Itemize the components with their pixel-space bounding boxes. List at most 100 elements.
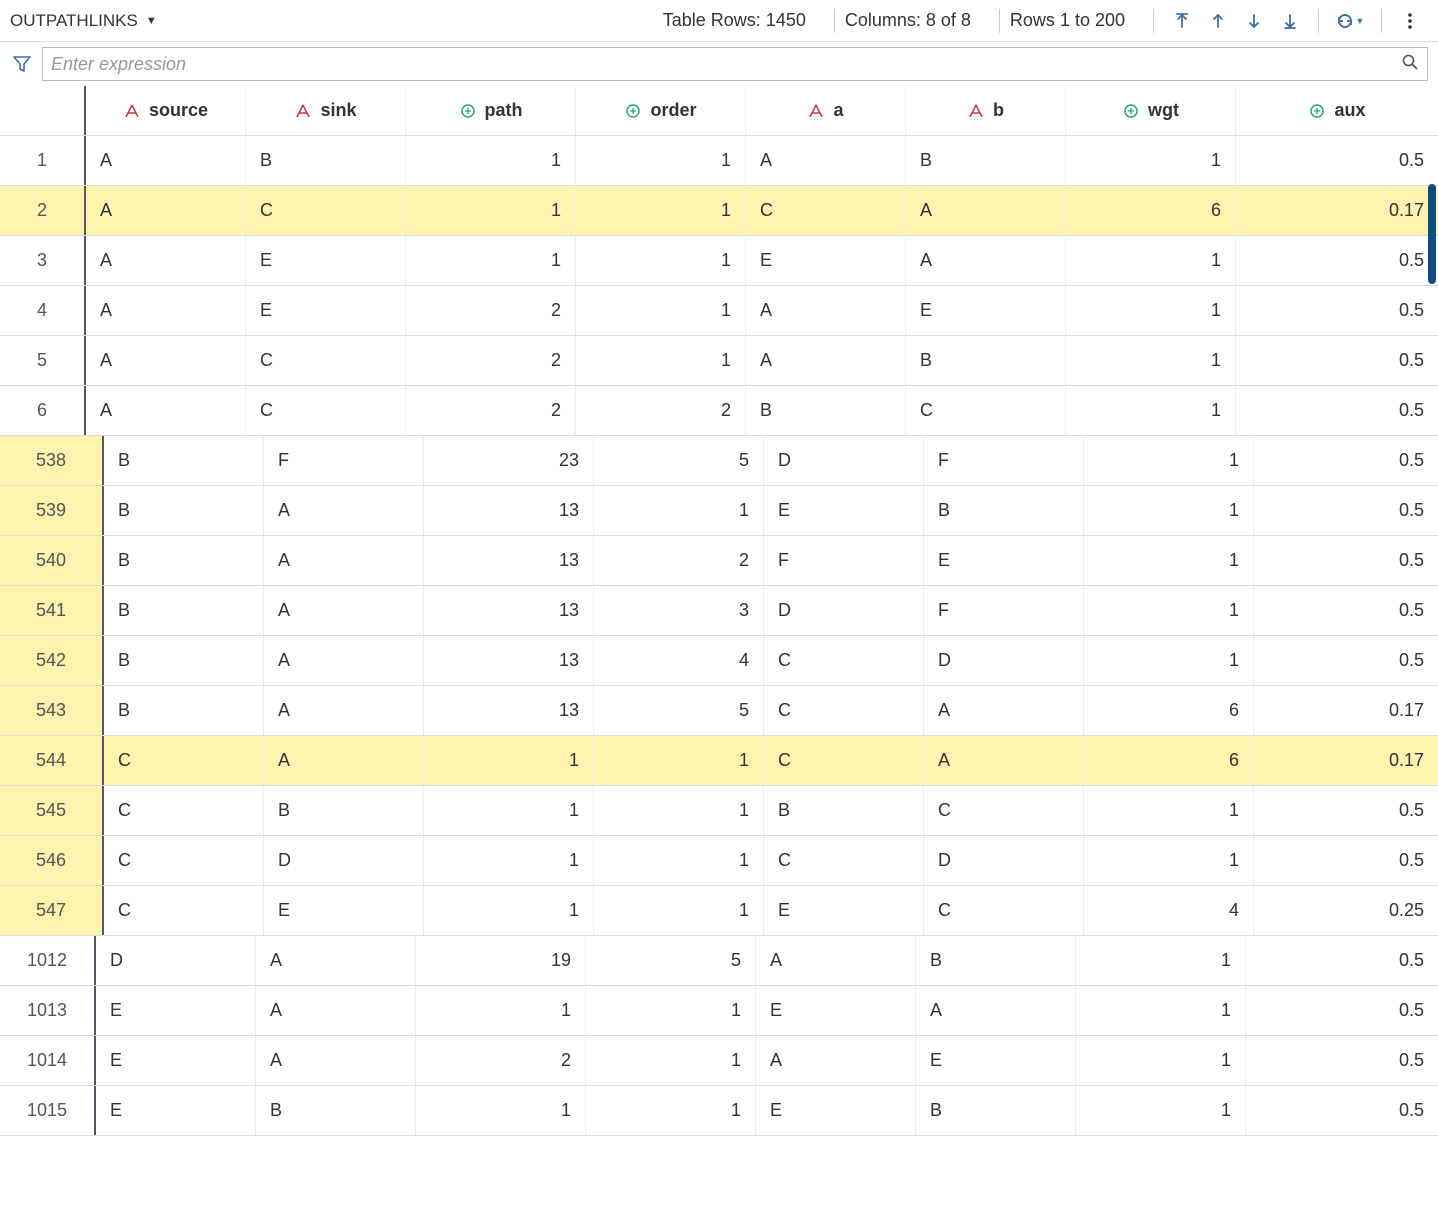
table-row[interactable]: 547CE11EC40.25	[0, 886, 1438, 936]
char-type-icon	[123, 102, 141, 120]
column-header-row: source sink pathorderab wgt aux	[0, 86, 1438, 136]
row-number-cell: 1	[0, 136, 86, 185]
table-row[interactable]: 544CA11CA60.17	[0, 736, 1438, 786]
row-number-cell: 1014	[0, 1036, 96, 1085]
table-row[interactable]: 1012DA195AB10.5	[0, 936, 1438, 986]
table-row[interactable]: 3AE11EA10.5	[0, 236, 1438, 286]
column-header-wgt[interactable]: wgt	[1066, 86, 1236, 135]
column-header-source[interactable]: source	[86, 86, 246, 135]
cell-order: 2	[576, 386, 746, 435]
cell-order: 1	[586, 1086, 756, 1135]
filter-bar	[0, 42, 1438, 86]
cell-aux: 0.5	[1236, 386, 1438, 435]
cell-sink: A	[256, 1036, 416, 1085]
go-first-button[interactable]	[1168, 7, 1196, 35]
table-row[interactable]: 539BA131EB10.5	[0, 486, 1438, 536]
cell-a: D	[764, 586, 924, 635]
column-label: sink	[320, 100, 356, 121]
data-grid: sourcesinkpathorderabwgtaux 1AB11AB10.52…	[0, 86, 1438, 1136]
cell-sink: A	[264, 586, 424, 635]
column-header-aux[interactable]: aux	[1236, 86, 1438, 135]
cell-source: B	[104, 486, 264, 535]
table-row[interactable]: 546CD11CD10.5	[0, 836, 1438, 886]
table-row[interactable]: 540BA132FE10.5	[0, 536, 1438, 586]
cell-b: A	[924, 736, 1084, 785]
column-header-path[interactable]: path	[406, 86, 576, 135]
cell-path: 1	[406, 236, 576, 285]
cell-path: 2	[416, 1036, 586, 1085]
table-row[interactable]: 1013EA11EA10.5	[0, 986, 1438, 1036]
cell-path: 1	[406, 136, 576, 185]
table-row[interactable]: 1014EA21AE10.5	[0, 1036, 1438, 1086]
cell-source: A	[86, 136, 246, 185]
cell-b: D	[924, 636, 1084, 685]
scrollbar-thumb[interactable]	[1428, 184, 1436, 284]
cell-source: B	[104, 686, 264, 735]
separator	[834, 9, 835, 33]
column-header-b[interactable]: b	[906, 86, 1066, 135]
cell-path: 1	[416, 1086, 586, 1135]
cell-aux: 0.5	[1254, 836, 1438, 885]
cell-sink: E	[246, 236, 406, 285]
table-row[interactable]: 543BA135CA60.17	[0, 686, 1438, 736]
row-number-cell: 540	[0, 536, 104, 585]
cell-a: C	[764, 636, 924, 685]
cell-source: B	[104, 536, 264, 585]
row-number-header	[0, 86, 86, 135]
cell-wgt: 1	[1084, 486, 1254, 535]
cell-source: E	[96, 1086, 256, 1135]
cell-path: 23	[424, 436, 594, 485]
column-header-sink[interactable]: sink	[246, 86, 406, 135]
cell-aux: 0.5	[1246, 936, 1438, 985]
search-icon[interactable]	[1401, 53, 1419, 76]
cell-path: 1	[424, 736, 594, 785]
row-number-cell: 4	[0, 286, 86, 335]
cell-aux: 0.5	[1236, 286, 1438, 335]
table-row[interactable]: 1AB11AB10.5	[0, 136, 1438, 186]
go-prev-button[interactable]	[1204, 7, 1232, 35]
table-row[interactable]: 4AE21AE10.5	[0, 286, 1438, 336]
cell-sink: C	[246, 186, 406, 235]
column-label: wgt	[1148, 100, 1179, 121]
go-next-button[interactable]	[1240, 7, 1268, 35]
cell-aux: 0.5	[1254, 536, 1438, 585]
cell-sink: A	[264, 536, 424, 585]
filter-icon[interactable]	[10, 52, 34, 76]
cell-wgt: 1	[1084, 786, 1254, 835]
cell-source: E	[96, 986, 256, 1035]
table-row[interactable]: 2AC11CA60.17	[0, 186, 1438, 236]
cell-source: B	[104, 586, 264, 635]
cell-sink: C	[246, 336, 406, 385]
cell-sink: F	[264, 436, 424, 485]
table-row[interactable]: 542BA134CD10.5	[0, 636, 1438, 686]
more-options-button[interactable]	[1396, 7, 1424, 35]
refresh-button[interactable]: ▼	[1333, 7, 1367, 35]
cell-order: 4	[594, 636, 764, 685]
table-selector[interactable]: OUTPATHLINKS ▼	[10, 11, 157, 31]
cell-a: B	[764, 786, 924, 835]
column-header-a[interactable]: a	[746, 86, 906, 135]
cell-aux: 0.5	[1246, 1036, 1438, 1085]
cell-a: E	[756, 1086, 916, 1135]
cell-wgt: 1	[1066, 386, 1236, 435]
cell-path: 1	[424, 786, 594, 835]
table-row[interactable]: 1015EB11EB10.5	[0, 1086, 1438, 1136]
cell-path: 13	[424, 636, 594, 685]
table-row[interactable]: 545CB11BC10.5	[0, 786, 1438, 836]
cell-order: 1	[594, 886, 764, 935]
table-row[interactable]: 541BA133DF10.5	[0, 586, 1438, 636]
table-row[interactable]: 538BF235DF10.5	[0, 436, 1438, 486]
filter-input[interactable]	[51, 54, 1401, 75]
cell-a: E	[746, 236, 906, 285]
table-row[interactable]: 6AC22BC10.5	[0, 386, 1438, 436]
go-last-button[interactable]	[1276, 7, 1304, 35]
cell-path: 13	[424, 586, 594, 635]
row-number-cell: 1012	[0, 936, 96, 985]
cell-aux: 0.5	[1254, 786, 1438, 835]
cell-wgt: 1	[1066, 286, 1236, 335]
column-header-order[interactable]: order	[576, 86, 746, 135]
cell-wgt: 1	[1076, 986, 1246, 1035]
cell-wgt: 1	[1084, 586, 1254, 635]
table-row[interactable]: 5AC21AB10.5	[0, 336, 1438, 386]
cell-aux: 0.5	[1246, 1086, 1438, 1135]
